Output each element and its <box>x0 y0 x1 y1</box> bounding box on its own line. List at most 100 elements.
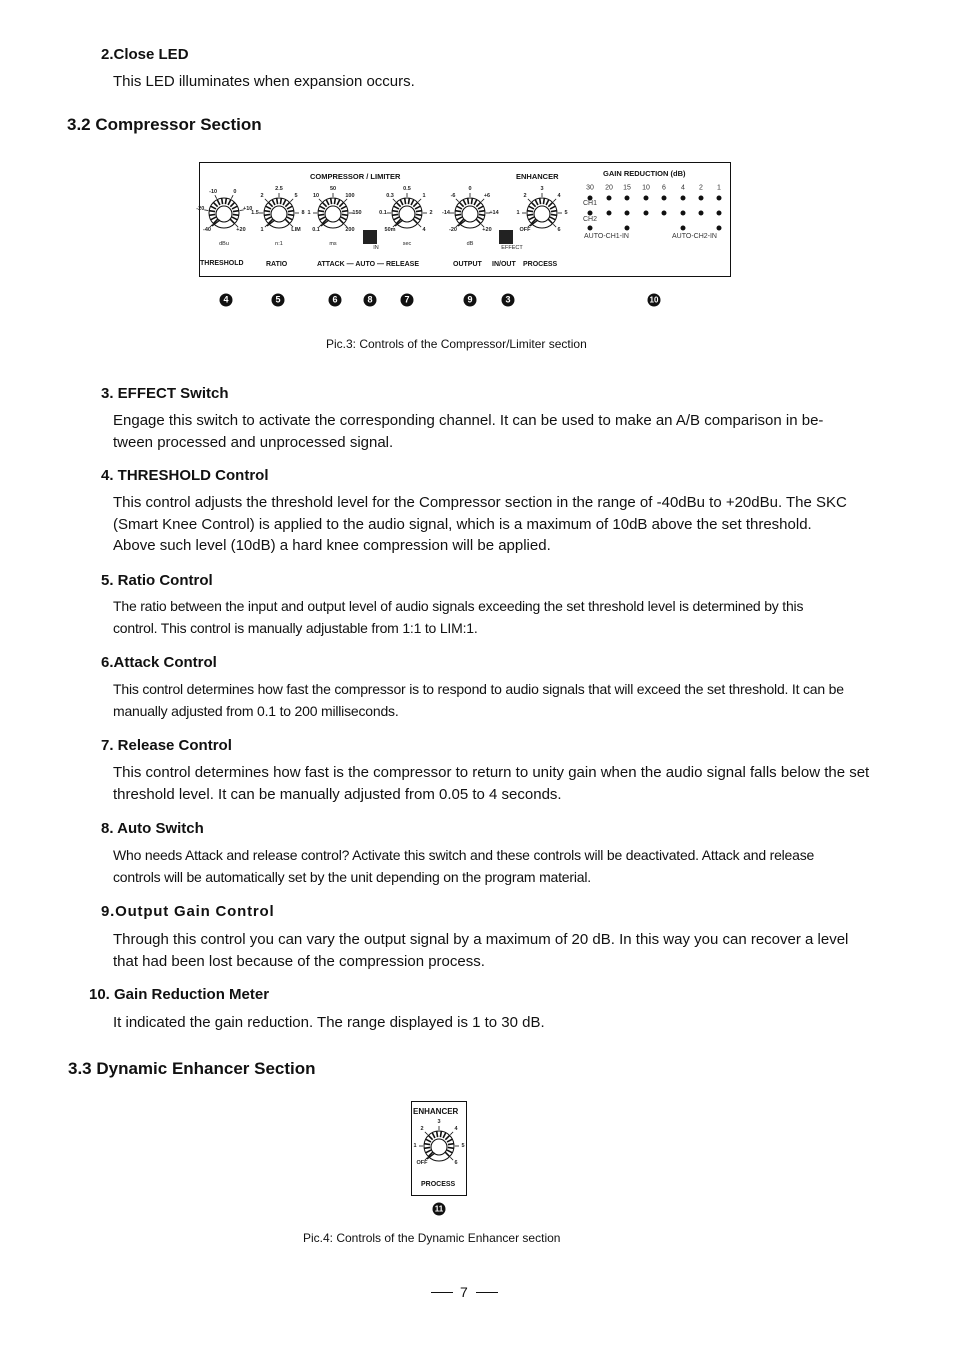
knob-scale-label: 1 <box>413 1143 417 1149</box>
compressor-limiter-title: COMPRESSOR / LIMITER <box>310 172 401 181</box>
callout-4: 4 <box>219 293 233 307</box>
heading-compressor-section: 3.2 Compressor Section <box>67 115 262 134</box>
callout-7: 7 <box>400 293 414 307</box>
item-text-line: Above such level (10dB) a hard knee comp… <box>113 537 551 554</box>
attack-unit: ms <box>329 241 337 247</box>
knob-scale-label: 0.5 <box>403 186 411 192</box>
knob-scale-label: +14 <box>489 210 499 216</box>
knob-scale-label: 2.5 <box>275 186 283 192</box>
ch2-led <box>624 210 630 216</box>
ch1-led <box>698 195 704 201</box>
knob-scale-label: 10 <box>312 193 320 200</box>
knob-scale-label: 200 <box>345 226 355 233</box>
knob-scale-label: 50m <box>384 226 396 233</box>
knob-scale-label: 3 <box>437 1119 441 1125</box>
knob-scale-label: 8 <box>301 210 305 216</box>
ch1-led <box>643 195 649 201</box>
knob-scale-label: -14 <box>442 210 450 216</box>
item-text-line: Engage this switch to activate the corre… <box>113 412 824 429</box>
output-unit: dB <box>466 241 474 247</box>
item-heading: 8. Auto Switch <box>101 820 204 837</box>
ch2-led <box>680 210 686 216</box>
knob-scale-label: 1 <box>307 210 311 216</box>
knob-scale-label: -20 <box>449 226 457 233</box>
knob-scale-label: 0.1 <box>312 226 320 233</box>
knob-scale-label: 6 <box>454 1159 458 1166</box>
item-heading: 9.Output Gain Control <box>101 903 275 920</box>
item-heading: 7. Release Control <box>101 737 232 754</box>
heading-close-led: 2.Close LED <box>101 46 189 63</box>
ch2-led <box>587 210 593 216</box>
knob-scale-label: 1 <box>260 226 264 233</box>
knob-scale-label: 5 <box>564 210 568 216</box>
item-text-line: control. This control is manually adjust… <box>113 619 478 636</box>
meter-ch1-label: CH1 <box>583 200 598 207</box>
item-text-line: tween processed and unprocessed signal. <box>113 433 394 451</box>
knob-scale-label: -10 <box>209 188 218 195</box>
meter-scale-label: 20 <box>605 184 613 192</box>
item-text-line: manually adjusted from 0.1 to 200 millis… <box>113 702 399 719</box>
auto-ch1-led <box>587 225 593 231</box>
effect-switch[interactable] <box>499 230 513 244</box>
knob-scale-label: OFF <box>519 226 531 233</box>
callout-5: 5 <box>271 293 285 307</box>
heading-enhancer-section: 3.3 Dynamic Enhancer Section <box>68 1059 316 1078</box>
enhancer-panel-diagram: ENHANCER OFF 1 2 3 4 5 6 PROCESS <box>411 1101 467 1196</box>
auto-switch[interactable] <box>363 230 377 244</box>
ch2-led <box>661 210 667 216</box>
auto-ch2-label: AUTO-CH2-IN <box>672 233 717 240</box>
footer-rule-left <box>431 1292 453 1293</box>
ch1-led <box>680 195 686 201</box>
ch2-led <box>606 210 612 216</box>
figure3-caption: Pic.3: Controls of the Compressor/Limite… <box>326 337 587 351</box>
ch2-led <box>716 210 722 216</box>
ch2-led <box>698 210 704 216</box>
ch1-led <box>716 195 722 201</box>
knob-scale-label: 5 <box>294 193 298 200</box>
knob-scale-label: 1 <box>422 193 426 200</box>
ratio-unit: n:1 <box>275 241 283 247</box>
figure4-caption: Pic.4: Controls of the Dynamic Enhancer … <box>303 1231 561 1245</box>
ch1-led <box>661 195 667 201</box>
enhancer-panel-title: ENHANCER <box>413 1107 459 1116</box>
knob-scale-label: 1.5 <box>251 210 259 216</box>
meter-scale-label: 10 <box>642 184 650 192</box>
knob-scale-label: 4 <box>454 1126 458 1133</box>
knob-scale-label: 100 <box>345 193 355 200</box>
knob-scale-label: +20 <box>482 226 492 233</box>
auto-switch-label: IN <box>373 245 379 251</box>
effect-switch-label: EFFECT <box>501 245 523 251</box>
knob-scale-label: -20 <box>196 206 205 213</box>
label-threshold: THRESHOLD <box>200 260 244 267</box>
item-text-line: This control determines how fast is the … <box>113 764 870 781</box>
item-text-line: This control determines how fast the com… <box>113 681 844 697</box>
auto-ch2-led <box>716 225 722 231</box>
callout-3: 3 <box>501 293 515 307</box>
knob-scale-label: 1 <box>516 210 520 216</box>
item-heading: 10. Gain Reduction Meter <box>89 986 270 1003</box>
knob-scale-label: 0 <box>468 186 472 192</box>
knob-scale-label: +20 <box>236 226 246 233</box>
knob-scale-label: 2 <box>260 193 264 200</box>
knob-scale-label: 0.3 <box>386 193 394 200</box>
knob-scale-label: 2 <box>429 210 433 216</box>
knob-scale-label: +6 <box>483 193 491 200</box>
knob-scale-label: -40 <box>203 226 211 233</box>
item-heading: 5. Ratio Control <box>101 572 213 589</box>
page-number: 7 <box>460 1284 468 1300</box>
compressor-panel-diagram: COMPRESSOR / LIMITER ENHANCER GAIN REDUC… <box>196 162 731 277</box>
callout-8: 8 <box>363 293 377 307</box>
item-text-line: that had been lost because of the compre… <box>113 952 485 970</box>
label-attack-auto-release: ATTACK — AUTO — RELEASE <box>317 261 420 268</box>
auto-ch1-led <box>624 225 630 231</box>
label-output: OUTPUT <box>453 261 482 268</box>
close-led-text: This LED illuminates when expansion occu… <box>113 73 415 90</box>
knob-scale-label: 150 <box>352 210 362 216</box>
knob-scale-label: 2 <box>523 193 527 200</box>
label-process: PROCESS <box>523 261 558 268</box>
item-text-line: The ratio between the input and output l… <box>113 598 804 614</box>
label-inout: IN/OUT <box>492 261 516 268</box>
knob-scale-label: OFF <box>416 1159 428 1166</box>
meter-ch2-label: CH2 <box>583 216 598 223</box>
callout-9: 9 <box>463 293 477 307</box>
